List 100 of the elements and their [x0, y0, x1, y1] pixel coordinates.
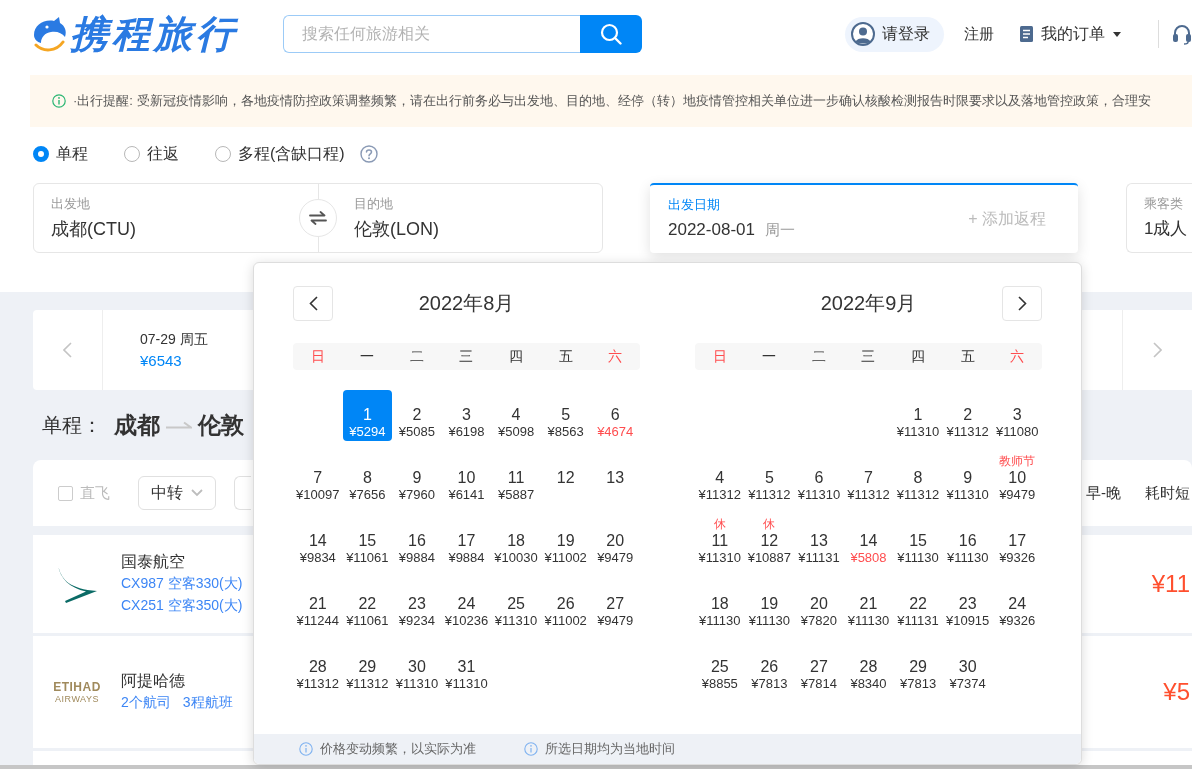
calendar-day[interactable]: 29 ¥7813	[893, 642, 943, 693]
chevron-right-icon	[1017, 295, 1027, 311]
trip-type-option[interactable]: 多程(含缺口程)	[215, 143, 345, 165]
calendar-day[interactable]: 8 ¥11312	[893, 453, 943, 504]
day-price: ¥11131	[798, 550, 840, 566]
calendar-day[interactable]: 20 ¥9479	[590, 516, 640, 567]
search-field[interactable]: 搜索任何旅游相关	[283, 15, 580, 53]
calendar-day[interactable]: 29 ¥11312	[342, 642, 393, 693]
register-link[interactable]: 注册	[964, 24, 994, 44]
weekday-label: 四	[910, 347, 927, 366]
calendar-day[interactable]: 16 ¥11130	[942, 516, 993, 567]
calendar-day[interactable]: 25 ¥8855	[695, 642, 745, 693]
search-button[interactable]	[580, 15, 642, 53]
day-number: 5	[764, 469, 774, 487]
calendar-day[interactable]: 22 ¥11061	[342, 579, 393, 630]
calendar-day[interactable]: 11 ¥5887	[491, 453, 541, 504]
calendar-day[interactable]: 17 ¥9326	[992, 516, 1042, 567]
calendar-day[interactable]: 14 ¥9834	[293, 516, 343, 567]
calendar-day[interactable]: 6 ¥4674	[590, 390, 640, 441]
swap-button[interactable]	[299, 199, 337, 237]
calendar-day[interactable]: 28 ¥11312	[293, 642, 343, 693]
calendar-day[interactable]: 15 ¥11130	[893, 516, 943, 567]
help-icon[interactable]	[359, 145, 378, 163]
calendar-day[interactable]: 7 ¥11312	[843, 453, 894, 504]
sort-option[interactable]: 早-晚	[1086, 483, 1121, 503]
transfer-dropdown[interactable]: 中转	[138, 476, 216, 510]
calendar-day[interactable]: 9 ¥11310	[942, 453, 993, 504]
calendar-day[interactable]: 7 ¥10097	[293, 453, 343, 504]
calendar-day[interactable]: 30 ¥7374	[942, 642, 993, 693]
login-button[interactable]: 请登录	[845, 16, 944, 52]
radio-button[interactable]	[33, 146, 49, 162]
calendar-day[interactable]: 18 ¥11130	[695, 579, 745, 630]
day-number: 1	[362, 406, 372, 424]
date-option[interactable]: 07-29 周五 ¥6543	[103, 310, 208, 390]
calendar-day[interactable]: 26 ¥11002	[540, 579, 591, 630]
passenger-field[interactable]: 乘客类 1成人	[1126, 183, 1192, 253]
next-month-button[interactable]	[1002, 285, 1042, 321]
prev-month-button[interactable]	[293, 285, 333, 321]
calendar-day[interactable]: 4 ¥5098	[491, 390, 541, 441]
destination-field[interactable]: 目的地 伦敦(LON)	[337, 184, 602, 252]
calendar-day[interactable]: 9 ¥7960	[392, 453, 442, 504]
field-label: 出发日期	[668, 196, 720, 214]
weekday-label: 二	[810, 347, 827, 366]
flight-summary[interactable]: 2个航司	[121, 691, 171, 713]
calendar-day[interactable]: 25 ¥11310	[491, 579, 541, 630]
calendar-day[interactable]: 27 ¥9479	[590, 579, 640, 630]
radio-button[interactable]	[124, 146, 140, 162]
calendar-day[interactable]: 19 ¥11130	[744, 579, 795, 630]
date-field[interactable]: 出发日期 2022-08-01 周一	[650, 185, 969, 253]
calendar-day[interactable]: 休 12 ¥10887	[744, 516, 795, 567]
flight-segment[interactable]: CX251 空客350(大)	[121, 594, 243, 616]
calendar-day[interactable]: 21 ¥11244	[293, 579, 343, 630]
calendar-day[interactable]: 24 ¥9326	[992, 579, 1042, 630]
calendar-day[interactable]: 5 ¥8563	[540, 390, 591, 441]
calendar-day[interactable]: 教师节 10 ¥9479	[992, 453, 1042, 504]
horizontal-scrollbar[interactable]	[0, 765, 1192, 769]
radio-button[interactable]	[215, 146, 231, 162]
calendar-day[interactable]: 30 ¥11310	[392, 642, 442, 693]
calendar-day[interactable]: 18 ¥10030	[491, 516, 541, 567]
calendar-day[interactable]: 12	[540, 453, 591, 504]
calendar-day[interactable]: 28 ¥8340	[843, 642, 894, 693]
sort-option[interactable]: 耗时短	[1145, 483, 1190, 503]
brand-name[interactable]: 携程旅行	[70, 12, 238, 56]
calendar-day[interactable]: 19 ¥11002	[540, 516, 591, 567]
calendar-day[interactable]: 24 ¥10236	[441, 579, 492, 630]
calendar-day[interactable]: 22 ¥11131	[893, 579, 943, 630]
calendar-day[interactable]: 休 11 ¥11310	[695, 516, 745, 567]
calendar-day[interactable]: 16 ¥9884	[392, 516, 442, 567]
calendar-day[interactable]: 20 ¥7820	[794, 579, 844, 630]
calendar-day[interactable]: 17 ¥9884	[441, 516, 492, 567]
calendar-day[interactable]: 3 ¥11080	[992, 390, 1042, 441]
calendar-day[interactable]: 1 ¥11310	[893, 390, 943, 441]
calendar-day[interactable]: 14 ¥5808	[843, 516, 894, 567]
logo-subtitle: AIRWAYS	[55, 693, 99, 704]
calendar-day[interactable]: 21 ¥11130	[843, 579, 894, 630]
calendar-day[interactable]: 10 ¥6141	[441, 453, 492, 504]
calendar-day[interactable]: 2 ¥11312	[942, 390, 993, 441]
trip-type-option[interactable]: 往返	[124, 143, 179, 165]
calendar-day[interactable]: 1 ¥5294	[342, 390, 393, 441]
calendar-day[interactable]: 2 ¥5085	[392, 390, 442, 441]
trip-type-option[interactable]: 单程	[33, 143, 88, 165]
calendar-day[interactable]: 13 ¥11131	[794, 516, 844, 567]
flight-summary[interactable]: 3程航班	[182, 691, 233, 713]
day-price: ¥6198	[448, 424, 485, 440]
calendar-day[interactable]: 26 ¥7813	[744, 642, 795, 693]
orders-menu[interactable]: 我的订单	[1020, 23, 1121, 45]
calendar-day[interactable]: 6 ¥11310	[794, 453, 844, 504]
calendar-day[interactable]: 3 ¥6198	[441, 390, 492, 441]
departure-field[interactable]: 出发地 成都(CTU)	[34, 184, 299, 252]
calendar-day[interactable]: 13	[590, 453, 640, 504]
calendar-day[interactable]: 5 ¥11312	[744, 453, 795, 504]
calendar-day[interactable]: 15 ¥11061	[342, 516, 393, 567]
calendar-day[interactable]: 23 ¥10915	[942, 579, 993, 630]
calendar-day[interactable]: 4 ¥11312	[695, 453, 745, 504]
calendar-day[interactable]: 23 ¥9234	[392, 579, 442, 630]
calendar-day[interactable]: 27 ¥7814	[794, 642, 844, 693]
flight-segment[interactable]: CX987 空客330(大)	[121, 572, 243, 594]
calendar-day[interactable]: 8 ¥7656	[342, 453, 393, 504]
calendar-day[interactable]: 31 ¥11310	[441, 642, 492, 693]
headset-icon[interactable]	[1172, 23, 1192, 45]
